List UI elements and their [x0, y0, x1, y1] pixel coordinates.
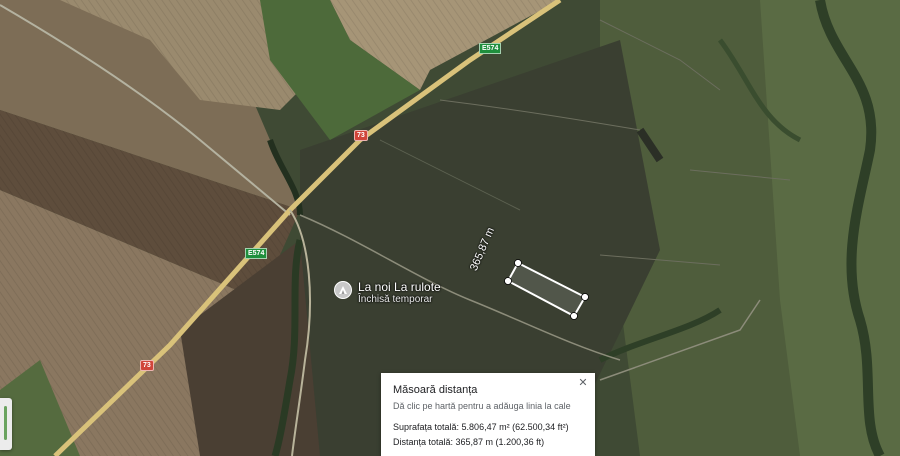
satellite-map[interactable]: E574 73 E574 73 La noi La rulote Închisă… — [0, 0, 900, 456]
total-area: Suprafața totală: 5.806,47 m² (62.500,34… — [393, 422, 569, 432]
layers-toggle[interactable] — [0, 398, 12, 450]
poi-la-noi-la-rulote[interactable]: La noi La rulote Închisă temporar — [334, 280, 441, 305]
poi-status: Închisă temporar — [358, 294, 433, 305]
panel-hint: Dă clic pe hartă pentru a adăuga linia l… — [393, 401, 571, 411]
road-shield-e574-bottom: E574 — [245, 248, 268, 259]
campground-icon[interactable] — [334, 281, 352, 299]
poi-name[interactable]: La noi La rulote — [358, 280, 441, 294]
measure-distance-panel: Măsoară distanța ✕ Dă clic pe hartă pent… — [381, 373, 595, 456]
panel-title: Măsoară distanța — [393, 384, 478, 396]
total-distance: Distanța totală: 365,87 m (1.200,36 ft) — [393, 437, 545, 447]
road-shield-73-top: 73 — [354, 130, 368, 141]
road-shield-73-bottom: 73 — [140, 360, 154, 371]
close-icon[interactable]: ✕ — [576, 376, 590, 390]
road-shield-e574-top: E574 — [479, 43, 502, 54]
layers-thumbnail — [4, 406, 7, 440]
